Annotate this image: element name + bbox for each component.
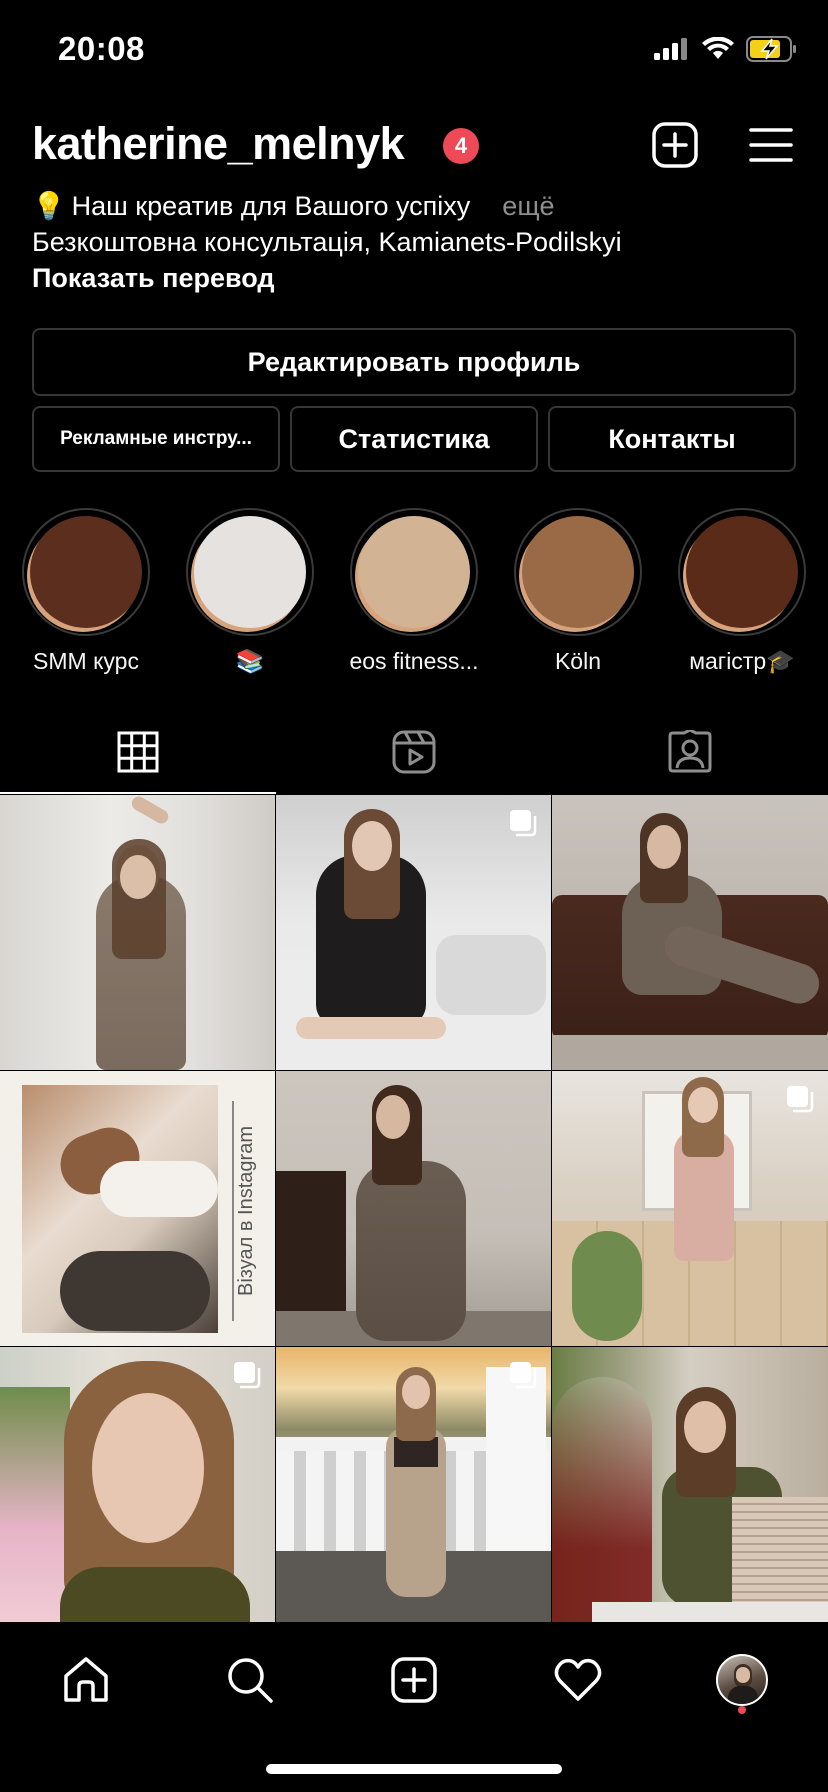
status-bar: 20:08 — [0, 0, 828, 100]
profile-avatar — [716, 1654, 768, 1706]
carousel-icon — [787, 1086, 814, 1113]
tagged-icon — [668, 730, 712, 773]
highlight-books[interactable]: 📚 — [180, 508, 320, 675]
highlight-label: 📚 — [235, 648, 265, 674]
post-thumbnail[interactable] — [552, 795, 828, 1070]
notification-badge[interactable]: 4 — [443, 128, 479, 164]
new-post-icon — [391, 1657, 437, 1703]
highlight-cover — [686, 516, 798, 628]
nav-profile[interactable] — [710, 1648, 774, 1712]
highlight-label: магістр🎓 — [689, 648, 795, 674]
post-thumbnail[interactable] — [276, 1071, 551, 1346]
contacts-button[interactable]: Контакты — [548, 406, 796, 472]
ad-tools-button[interactable]: Рекламные инстру... — [32, 406, 280, 472]
bio-line-1: Наш креатив для Вашого успіху — [71, 191, 471, 221]
profile-header: katherine_melnyk 4 — [0, 110, 828, 182]
profile-username[interactable]: katherine_melnyk — [32, 118, 405, 170]
post-thumbnail[interactable] — [0, 1347, 275, 1622]
activity-heart-icon — [554, 1658, 602, 1701]
tab-tagged[interactable] — [552, 710, 828, 794]
nav-activity[interactable] — [546, 1648, 610, 1712]
highlight-koln[interactable]: Köln — [508, 508, 648, 675]
tile-caption: Візуал в Instagram — [235, 1126, 257, 1296]
nav-home[interactable] — [54, 1648, 118, 1712]
home-indicator — [266, 1764, 562, 1774]
wifi-icon — [702, 37, 734, 59]
highlight-cover — [358, 516, 470, 628]
highlight-cover — [30, 516, 142, 628]
tab-reels[interactable] — [276, 710, 552, 794]
highlight-label: SMM курс — [33, 648, 139, 674]
post-thumbnail[interactable] — [276, 795, 551, 1070]
hamburger-menu-icon — [749, 128, 793, 162]
story-highlights: SMM курс 📚 eos fitness... Köln магістр🎓 — [0, 508, 828, 678]
profile-bio: 💡 Наш креатив для Вашого успіху ещё Безк… — [32, 188, 802, 296]
show-translation-link[interactable]: Показать перевод — [32, 260, 802, 296]
battery-charging-icon — [746, 36, 796, 62]
cellular-signal-icon — [654, 38, 687, 60]
post-thumbnail[interactable] — [552, 1071, 828, 1346]
highlight-smm-course[interactable]: SMM курс — [16, 508, 156, 675]
grid-icon — [117, 731, 159, 773]
highlight-masters[interactable]: магістр🎓 — [672, 508, 812, 675]
highlight-label: Köln — [554, 648, 602, 674]
post-thumbnail[interactable] — [276, 1347, 551, 1622]
post-thumbnail[interactable]: Візуал в Instagram — [0, 1071, 275, 1346]
profile-notification-dot — [738, 1706, 746, 1714]
statistics-button[interactable]: Статистика — [290, 406, 538, 472]
bio-line-2: Безкоштовна консультація, Kamianets-Podi… — [32, 227, 622, 257]
highlight-cover — [194, 516, 306, 628]
status-icons — [654, 36, 798, 62]
carousel-icon — [510, 810, 537, 837]
nav-search[interactable] — [218, 1648, 282, 1712]
edit-profile-button[interactable]: Редактировать профиль — [32, 328, 796, 396]
nav-new-post[interactable] — [382, 1648, 446, 1712]
post-thumbnail[interactable] — [0, 795, 275, 1070]
tab-posts-grid[interactable] — [0, 710, 276, 794]
search-icon — [228, 1658, 273, 1703]
active-tab-indicator — [0, 792, 276, 794]
highlight-label: eos fitness... — [349, 648, 479, 674]
carousel-icon — [234, 1362, 261, 1389]
menu-button[interactable] — [746, 120, 796, 170]
carousel-icon — [510, 1362, 537, 1389]
plus-square-icon — [652, 122, 698, 168]
create-new-button[interactable] — [650, 120, 700, 170]
post-thumbnail[interactable] — [552, 1347, 828, 1622]
highlight-cover — [522, 516, 634, 628]
highlight-eos-fitness[interactable]: eos fitness... — [344, 508, 484, 675]
posts-grid: Візуал в Instagram — [0, 795, 828, 1625]
status-time: 20:08 — [58, 30, 145, 67]
reels-icon — [392, 730, 436, 774]
profile-tabs — [0, 710, 828, 794]
home-icon — [64, 1657, 108, 1702]
bio-emoji: 💡 — [32, 191, 66, 221]
bio-more-link[interactable]: ещё — [502, 188, 554, 224]
